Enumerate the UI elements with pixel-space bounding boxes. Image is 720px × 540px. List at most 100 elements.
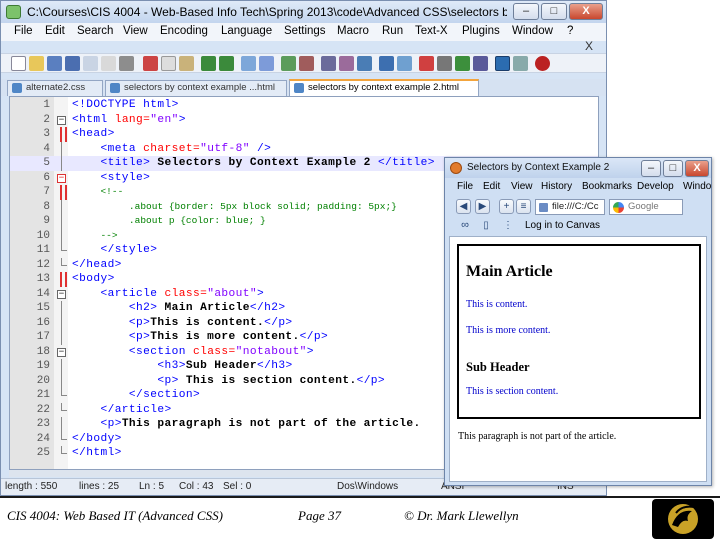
find-icon[interactable] — [241, 56, 256, 71]
tab-label: alternate2.css — [26, 82, 86, 93]
replace-icon[interactable] — [259, 56, 274, 71]
copy-icon[interactable] — [161, 56, 176, 71]
address-bar[interactable]: file:///C:/Cc — [535, 199, 605, 215]
slide-footer: CIS 4004: Web Based IT (Advanced CSS) Pa… — [0, 496, 720, 540]
menu-encoding[interactable]: Encoding — [160, 25, 208, 37]
menu-plugins[interactable]: Plugins — [462, 25, 500, 37]
word-wrap-icon[interactable] — [339, 56, 354, 71]
menu-view[interactable]: View — [511, 181, 533, 192]
save-all-icon[interactable] — [65, 56, 80, 71]
cut-icon[interactable] — [143, 56, 158, 71]
maximize-button[interactable]: □ — [663, 160, 683, 177]
undo-icon[interactable] — [201, 56, 216, 71]
minimize-button[interactable]: – — [513, 3, 539, 20]
h3-text: Sub Header — [185, 360, 257, 372]
section-tag: <section — [128, 345, 186, 358]
tab-selectors-example[interactable]: selectors by context example ...html — [105, 80, 287, 96]
reader-icon[interactable]: ≡ — [516, 199, 531, 214]
browser-title: Selectors by Context Example 2 — [467, 162, 610, 173]
html-string: "about" — [207, 287, 257, 300]
menu-window[interactable]: Window — [512, 25, 553, 37]
forward-icon[interactable]: ▶ — [475, 199, 490, 214]
menu-file[interactable]: File — [457, 181, 473, 192]
browser-titlebar[interactable]: Selectors by Context Example 2 – □ X — [445, 158, 711, 178]
bookmark-canvas[interactable]: Log in to Canvas — [525, 220, 600, 231]
status-length: length : 550 — [5, 481, 58, 492]
body-tag: </body> — [72, 432, 122, 445]
spell-check-icon[interactable] — [535, 56, 550, 71]
fold-toggle-icon[interactable]: − — [57, 289, 66, 299]
title-text: Selectors by Context Example 2 — [157, 157, 371, 169]
glasses-icon[interactable]: ∞ — [457, 219, 473, 232]
new-file-icon[interactable] — [11, 56, 26, 71]
fold-guide — [61, 359, 62, 374]
menu-bookmarks[interactable]: Bookmarks — [582, 181, 632, 192]
save-icon[interactable] — [47, 56, 62, 71]
add-bookmark-icon[interactable]: + — [499, 199, 514, 214]
notepad-titlebar[interactable]: C:\Courses\CIS 4004 - Web-Based Info Tec… — [1, 1, 606, 23]
play-macro-icon[interactable] — [455, 56, 470, 71]
doc-map-icon[interactable] — [495, 56, 510, 71]
close-document-icon[interactable]: X — [585, 39, 593, 53]
sync-scroll-icon[interactable] — [321, 56, 336, 71]
notepad-title: C:\Courses\CIS 4004 - Web-Based Info Tec… — [27, 5, 507, 19]
tab-alternate2-css[interactable]: alternate2.css — [7, 80, 103, 96]
minimize-button[interactable]: – — [641, 160, 661, 177]
menu-develop[interactable]: Develop — [637, 181, 674, 192]
close-all-icon[interactable] — [101, 56, 116, 71]
menu-edit[interactable]: Edit — [45, 25, 65, 37]
fold-toggle-icon[interactable]: − — [57, 173, 66, 183]
fold-toggle-icon[interactable]: − — [57, 115, 66, 125]
close-button[interactable]: X — [569, 3, 603, 20]
article-heading: Main Article — [466, 263, 553, 280]
function-list-icon[interactable] — [513, 56, 528, 71]
grid-icon[interactable]: ⋮ — [501, 219, 515, 232]
tab-selectors-example-2[interactable]: selectors by context example 2.html — [289, 79, 479, 96]
zoom-in-icon[interactable] — [281, 56, 296, 71]
title-tag: <title> — [100, 157, 151, 169]
menu-macro[interactable]: Macro — [337, 25, 369, 37]
menu-textx[interactable]: Text-X — [415, 25, 448, 37]
comment: --> — [100, 229, 118, 241]
search-placeholder: Google — [628, 201, 659, 212]
menu-history[interactable]: History — [541, 181, 572, 192]
print-icon[interactable] — [119, 56, 134, 71]
back-icon[interactable]: ◀ — [456, 199, 471, 214]
close-file-icon[interactable] — [83, 56, 98, 71]
code-text: <p>This is more content.</p> — [72, 331, 328, 343]
menu-search[interactable]: Search — [77, 25, 113, 37]
search-bar[interactable]: Google — [609, 199, 683, 215]
redo-icon[interactable] — [219, 56, 234, 71]
paste-icon[interactable] — [179, 56, 194, 71]
head-tag: </head> — [72, 258, 122, 271]
menu-file[interactable]: File — [14, 25, 33, 37]
change-marker — [60, 272, 62, 287]
change-marker — [60, 185, 62, 200]
stop-macro-icon[interactable] — [437, 56, 452, 71]
browser-window: Selectors by Context Example 2 – □ X Fil… — [444, 157, 712, 486]
menu-view[interactable]: View — [123, 25, 148, 37]
notepad-tabbar: alternate2.css selectors by context exam… — [1, 79, 606, 96]
menu-settings[interactable]: Settings — [284, 25, 326, 37]
menu-window[interactable]: Windo — [683, 181, 711, 192]
show-all-chars-icon[interactable] — [357, 56, 372, 71]
menu-edit[interactable]: Edit — [483, 181, 500, 192]
run-macro-icon[interactable] — [473, 56, 488, 71]
fold-guide — [61, 417, 62, 432]
h2-tag: <h2> — [128, 302, 158, 314]
line-number: 13 — [36, 273, 50, 285]
open-file-icon[interactable] — [29, 56, 44, 71]
maximize-button[interactable]: □ — [541, 3, 567, 20]
p-text: This paragraph is not part of the articl… — [121, 418, 421, 430]
menu-help[interactable]: ? — [567, 25, 573, 37]
menu-run[interactable]: Run — [382, 25, 403, 37]
record-macro-icon[interactable] — [419, 56, 434, 71]
line-number: 24 — [36, 432, 50, 445]
zoom-out-icon[interactable] — [299, 56, 314, 71]
indent-guide-icon[interactable] — [379, 56, 394, 71]
book-icon[interactable]: ▯ — [479, 219, 493, 232]
menu-language[interactable]: Language — [221, 25, 272, 37]
user-lang-icon[interactable] — [397, 56, 412, 71]
fold-toggle-icon[interactable]: − — [57, 347, 66, 357]
close-button[interactable]: X — [685, 160, 709, 177]
